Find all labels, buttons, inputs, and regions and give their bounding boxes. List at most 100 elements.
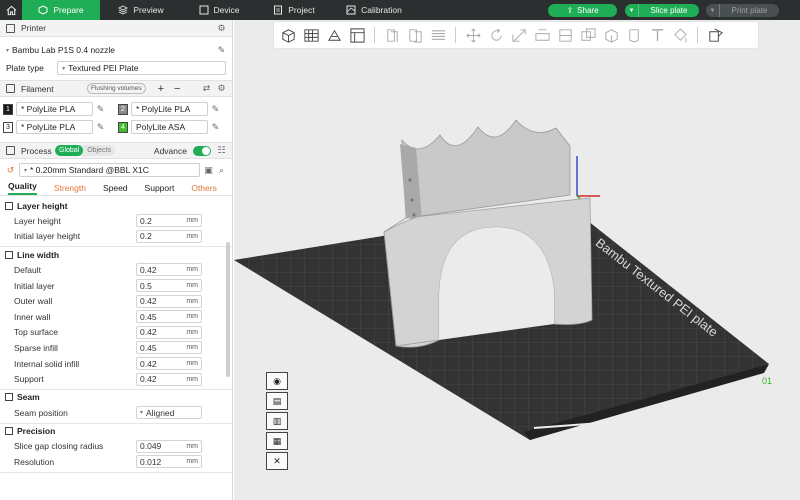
auto-orient-view-button[interactable]: ◉: [266, 372, 288, 390]
plate-edit-button[interactable]: ▦: [266, 432, 288, 450]
edit-icon[interactable]: ✎: [211, 122, 220, 132]
param-unit: mm: [186, 282, 198, 290]
flushing-volumes-button[interactable]: Flushing volumes: [87, 83, 146, 94]
lock-plate-button[interactable]: ▥: [266, 412, 288, 430]
printer-name: Bambu Lab P1S 0.4 nozzle: [12, 45, 116, 55]
tab-label: Preview: [133, 5, 164, 15]
param-value: 0.5: [140, 280, 152, 291]
param-value-input[interactable]: 0.42 mm: [136, 294, 202, 308]
filament-select[interactable]: * PolyLite PLA: [16, 120, 93, 134]
filament-select[interactable]: * PolyLite PLA: [16, 102, 93, 116]
panel-scrollbar[interactable]: [226, 242, 230, 377]
param-value-input[interactable]: 0.049 mm: [136, 439, 202, 453]
param-row: Inner wall 0.45 mm: [0, 309, 232, 325]
save-icon[interactable]: ▣: [204, 165, 213, 175]
param-unit: mm: [186, 344, 198, 352]
compare-icon[interactable]: ☷: [217, 146, 226, 155]
chevron-down-icon: ▾: [6, 47, 10, 54]
filament-color-swatch[interactable]: 2: [118, 103, 128, 115]
param-value-input[interactable]: 0.2 mm: [136, 229, 202, 243]
group-icon: [5, 427, 13, 436]
tab-project[interactable]: Project: [256, 0, 332, 20]
gear-icon[interactable]: ⚙: [217, 84, 226, 93]
param-row: Support 0.42 mm: [0, 371, 232, 387]
share-button[interactable]: ⇪ Share: [548, 4, 617, 17]
advance-switch[interactable]: [193, 145, 211, 156]
filament-icon: [6, 84, 15, 93]
search-icon[interactable]: ⌕: [217, 165, 226, 175]
param-value: 0.45: [140, 311, 157, 322]
process-preset-select[interactable]: ▾ * 0.20mm Standard @BBL X1C: [19, 163, 200, 177]
sync-icon[interactable]: ⇄: [202, 84, 211, 93]
param-unit: mm: [186, 217, 198, 225]
filament-item[interactable]: 4 PolyLite ASA ✎: [118, 120, 233, 134]
edit-icon[interactable]: ✎: [96, 104, 105, 114]
plate-type-value: Textured PEI Plate: [68, 63, 139, 73]
tab-strength[interactable]: Strength: [54, 183, 86, 193]
print-dropdown-chevron-icon[interactable]: ▼: [706, 4, 720, 17]
add-filament-icon[interactable]: +: [158, 83, 164, 95]
filament-color-swatch[interactable]: 1: [3, 103, 13, 115]
param-value-input[interactable]: 0.42 mm: [136, 325, 202, 339]
param-value: 0.42: [140, 264, 157, 275]
filament-select[interactable]: * PolyLite PLA: [131, 102, 208, 116]
tab-device[interactable]: Device: [182, 0, 256, 20]
reset-icon[interactable]: ↺: [6, 165, 15, 175]
slice-plate-button[interactable]: ▼ Slice plate: [625, 4, 699, 17]
tab-quality[interactable]: Quality: [8, 181, 37, 195]
remove-filament-icon[interactable]: −: [174, 83, 180, 95]
param-value: 0.049: [140, 441, 162, 452]
global-objects-toggle[interactable]: Global Objects: [55, 145, 115, 156]
printer-select[interactable]: ▾ Bambu Lab P1S 0.4 nozzle: [6, 43, 214, 57]
gear-icon[interactable]: ⚙: [217, 23, 226, 33]
edit-icon[interactable]: ✎: [217, 45, 226, 55]
param-value-input[interactable]: 0.45 mm: [136, 310, 202, 324]
filament-color-swatch[interactable]: 3: [3, 121, 13, 133]
filament-item[interactable]: 1 * PolyLite PLA ✎: [3, 102, 118, 116]
global-option[interactable]: Global: [55, 145, 84, 156]
tab-preview[interactable]: Preview: [100, 0, 182, 20]
advance-label: Advance: [153, 145, 187, 156]
process-icon: [6, 146, 15, 155]
model-object[interactable]: [383, 119, 593, 348]
tab-prepare[interactable]: Prepare: [22, 0, 100, 20]
filament-item[interactable]: 2 * PolyLite PLA ✎: [118, 102, 233, 116]
edit-icon[interactable]: ✎: [211, 104, 220, 114]
slice-dropdown-chevron-icon[interactable]: ▼: [625, 4, 639, 17]
param-value-input[interactable]: ▾ Aligned: [136, 406, 202, 420]
param-label: Slice gap closing radius: [14, 441, 104, 452]
plate-type-select[interactable]: ▾ Textured PEI Plate: [57, 61, 226, 75]
param-value-input[interactable]: 0.42 mm: [136, 372, 202, 386]
slice-plate-label: Slice plate: [650, 6, 688, 15]
tab-label: Prepare: [53, 5, 84, 15]
printer-icon: [6, 23, 15, 33]
plate-type-label: Plate type: [6, 63, 44, 73]
home-button[interactable]: [0, 0, 22, 20]
param-value-input[interactable]: 0.2 mm: [136, 214, 202, 228]
filament-color-swatch[interactable]: 4: [118, 121, 128, 133]
tab-speed[interactable]: Speed: [103, 183, 128, 193]
plate-number: 01: [762, 376, 772, 386]
group-header: Line width: [0, 247, 232, 262]
param-value-input[interactable]: 0.012 mm: [136, 455, 202, 469]
param-value-input[interactable]: 0.42 mm: [136, 263, 202, 277]
print-plate-button[interactable]: ▼ Print plate: [706, 4, 779, 17]
group-icon: [5, 201, 13, 210]
param-unit: mm: [186, 442, 198, 450]
param-value-input[interactable]: 0.42 mm: [136, 357, 202, 371]
tab-calibration[interactable]: Calibration: [332, 0, 416, 20]
filament-select[interactable]: PolyLite ASA: [131, 120, 208, 134]
param-value-input[interactable]: 0.45 mm: [136, 341, 202, 355]
param-label: Outer wall: [14, 296, 53, 307]
3d-viewport[interactable]: Bambu Textured PEI plate 01 ◉ ▤ ▥ ▦ ✕: [234, 20, 800, 500]
share-label: Share: [577, 6, 599, 15]
plate-settings-button[interactable]: ▤: [266, 392, 288, 410]
project-icon: [273, 5, 283, 15]
objects-option[interactable]: Objects: [83, 145, 115, 156]
filament-item[interactable]: 3 * PolyLite PLA ✎: [3, 120, 118, 134]
delete-plate-button[interactable]: ✕: [266, 452, 288, 470]
param-value-input[interactable]: 0.5 mm: [136, 279, 202, 293]
tab-support[interactable]: Support: [145, 183, 175, 193]
edit-icon[interactable]: ✎: [96, 122, 105, 132]
tab-others[interactable]: Others: [191, 183, 217, 193]
